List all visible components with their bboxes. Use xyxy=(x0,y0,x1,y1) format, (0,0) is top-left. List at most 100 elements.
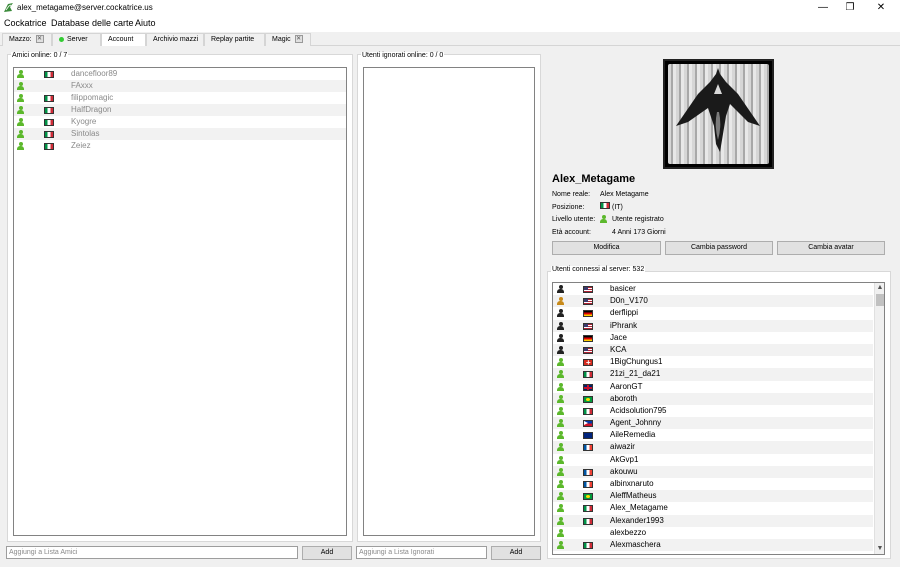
real-name-value: Alex Metagame xyxy=(600,191,649,198)
friend-list-item[interactable]: dancefloor89 xyxy=(14,68,346,80)
online-user-item[interactable]: AaronGT xyxy=(553,381,873,393)
online-user-item[interactable]: aboroth xyxy=(553,392,873,405)
user-level-label: Livello utente: xyxy=(552,216,596,223)
country-flag-icon xyxy=(583,298,593,306)
online-user-name: D0n_V170 xyxy=(610,296,648,306)
online-user-name: iPhrank xyxy=(610,320,638,330)
profile-username: Alex_Metagame xyxy=(552,173,636,185)
close-window-button[interactable]: ✕ xyxy=(866,0,896,16)
online-user-name: Jace xyxy=(610,332,627,342)
scroll-thumb[interactable] xyxy=(876,294,884,306)
user-level-icon xyxy=(557,455,564,464)
user-level-icon xyxy=(17,70,24,78)
title-bar: alex_metagame@server.cockatrice.us — ❐ ✕ xyxy=(0,0,900,16)
tab-account[interactable]: Account xyxy=(101,33,146,47)
online-user-item[interactable]: basicer xyxy=(553,283,873,295)
scroll-down-icon[interactable]: ▼ xyxy=(875,544,884,554)
online-user-item[interactable]: Acidsolution795 xyxy=(553,405,873,417)
account-age-label: Età account: xyxy=(552,229,591,236)
add-ignored-input[interactable]: Aggiungi a Lista Ignorati xyxy=(356,546,487,559)
close-tab-icon[interactable]: ✕ xyxy=(35,35,44,44)
online-user-name: Alexander1993 xyxy=(610,515,664,525)
user-level-icon xyxy=(557,394,564,403)
user-level-icon xyxy=(557,406,564,415)
friend-list-item[interactable]: HalfDragon xyxy=(14,104,346,116)
country-flag-icon xyxy=(44,83,54,90)
country-flag-icon xyxy=(583,505,593,513)
friend-list-item[interactable]: FAxxx xyxy=(14,80,346,92)
online-user-item[interactable]: alexbezzo xyxy=(553,527,873,539)
location-value: (IT) xyxy=(612,204,623,211)
tab-label: Server xyxy=(67,36,88,43)
add-ignored-button[interactable]: Add xyxy=(491,546,541,560)
tab-deck[interactable]: Mazzo: ✕ xyxy=(2,33,52,46)
edit-profile-button[interactable]: Modifica xyxy=(552,241,661,255)
close-tab-icon[interactable]: ✕ xyxy=(294,35,303,44)
friend-name: Kyogre xyxy=(71,117,97,126)
online-user-item[interactable]: aiwazir xyxy=(553,441,873,454)
window-title: alex_metagame@server.cockatrice.us xyxy=(17,3,153,12)
country-flag-icon xyxy=(583,468,593,476)
tab-deck-storage[interactable]: Archivio mazzi xyxy=(146,33,204,46)
online-user-name: KCA xyxy=(610,344,627,354)
user-level-icon xyxy=(557,321,564,330)
user-level-icon xyxy=(557,382,564,391)
tab-magic[interactable]: Magic ✕ xyxy=(265,33,311,46)
ignored-list[interactable] xyxy=(363,67,535,536)
friend-name: Sintolas xyxy=(71,129,100,138)
user-level-icon xyxy=(557,528,564,537)
minimize-button[interactable]: — xyxy=(808,0,838,16)
online-user-item[interactable]: Alexander1993 xyxy=(553,514,873,527)
country-flag-icon xyxy=(583,357,593,369)
online-user-item[interactable]: derflippi xyxy=(553,307,873,319)
tab-replays[interactable]: Replay partite xyxy=(204,33,265,46)
country-flag-icon xyxy=(583,517,593,525)
menu-card-database[interactable]: Database delle carte xyxy=(51,18,134,28)
menu-cockatrice[interactable]: Cockatrice xyxy=(4,18,47,28)
country-flag-icon xyxy=(583,444,593,452)
maximize-button[interactable]: ❐ xyxy=(835,0,865,16)
online-user-item[interactable]: 21zi_21_da21 xyxy=(553,368,873,381)
online-user-item[interactable]: akouwu xyxy=(553,465,873,478)
online-user-item[interactable]: albinxnaruto xyxy=(553,478,873,490)
country-flag-icon xyxy=(583,420,593,428)
online-user-item[interactable]: 1BigChungus1 xyxy=(553,356,873,369)
online-status-icon xyxy=(59,36,64,42)
online-user-item[interactable]: Agent_Johnny xyxy=(553,417,873,430)
add-friend-placeholder: Aggiungi a Lista Amici xyxy=(9,549,78,556)
country-flag-icon xyxy=(583,481,593,488)
online-user-item[interactable]: AleffMatheus xyxy=(553,490,873,503)
friend-list-item[interactable]: filippomagic xyxy=(14,92,346,104)
online-user-name: AaronGT xyxy=(610,381,643,391)
change-avatar-button[interactable]: Cambia avatar xyxy=(777,241,885,255)
online-user-name: Alexmaschera xyxy=(610,539,661,549)
add-friend-input[interactable]: Aggiungi a Lista Amici xyxy=(6,546,298,559)
friends-list[interactable]: dancefloor89 FAxxx filippomagic HalfDragon K… xyxy=(13,67,347,536)
tab-server[interactable]: Server xyxy=(52,33,101,46)
country-flag-icon xyxy=(583,322,593,330)
menu-help[interactable]: Aiuto xyxy=(135,18,156,28)
online-user-item[interactable]: AkGvp1 xyxy=(553,454,873,466)
location-label: Posizione: xyxy=(552,204,585,211)
tab-label: Archivio mazzi xyxy=(153,36,199,43)
friend-name: FAxxx xyxy=(71,81,93,90)
online-users-scrollbar[interactable]: ▲ ▼ xyxy=(874,283,884,554)
tab-label: Magic xyxy=(272,36,291,43)
friend-list-item[interactable]: Sintolas xyxy=(14,128,346,140)
friend-list-item[interactable]: Kyogre xyxy=(14,116,346,128)
change-password-button[interactable]: Cambia password xyxy=(665,241,773,255)
online-user-item[interactable]: Alex_Metagame xyxy=(553,502,873,514)
online-user-item[interactable]: KCA xyxy=(553,343,873,357)
online-user-item[interactable]: Jace xyxy=(553,332,873,344)
online-user-item[interactable]: Alexmaschera xyxy=(553,538,873,552)
online-user-item[interactable]: iPhrank xyxy=(553,319,873,332)
scroll-up-icon[interactable]: ▲ xyxy=(875,283,884,293)
add-friend-button[interactable]: Add xyxy=(302,546,352,560)
tab-bar: Mazzo: ✕ Server Account Archivio mazzi Re… xyxy=(0,32,900,47)
friend-list-item[interactable]: Zeiez xyxy=(14,140,346,152)
country-flag-icon xyxy=(583,493,593,501)
online-users-header: Utenti connessi al server: 532 xyxy=(551,266,646,273)
online-user-item[interactable]: D0n_V170 xyxy=(553,295,873,308)
online-users-list[interactable]: basicer D0n_V170 derflippi iPhrank Jace KCA 1B… xyxy=(552,282,885,555)
online-user-item[interactable]: AileRemedia xyxy=(553,429,873,441)
